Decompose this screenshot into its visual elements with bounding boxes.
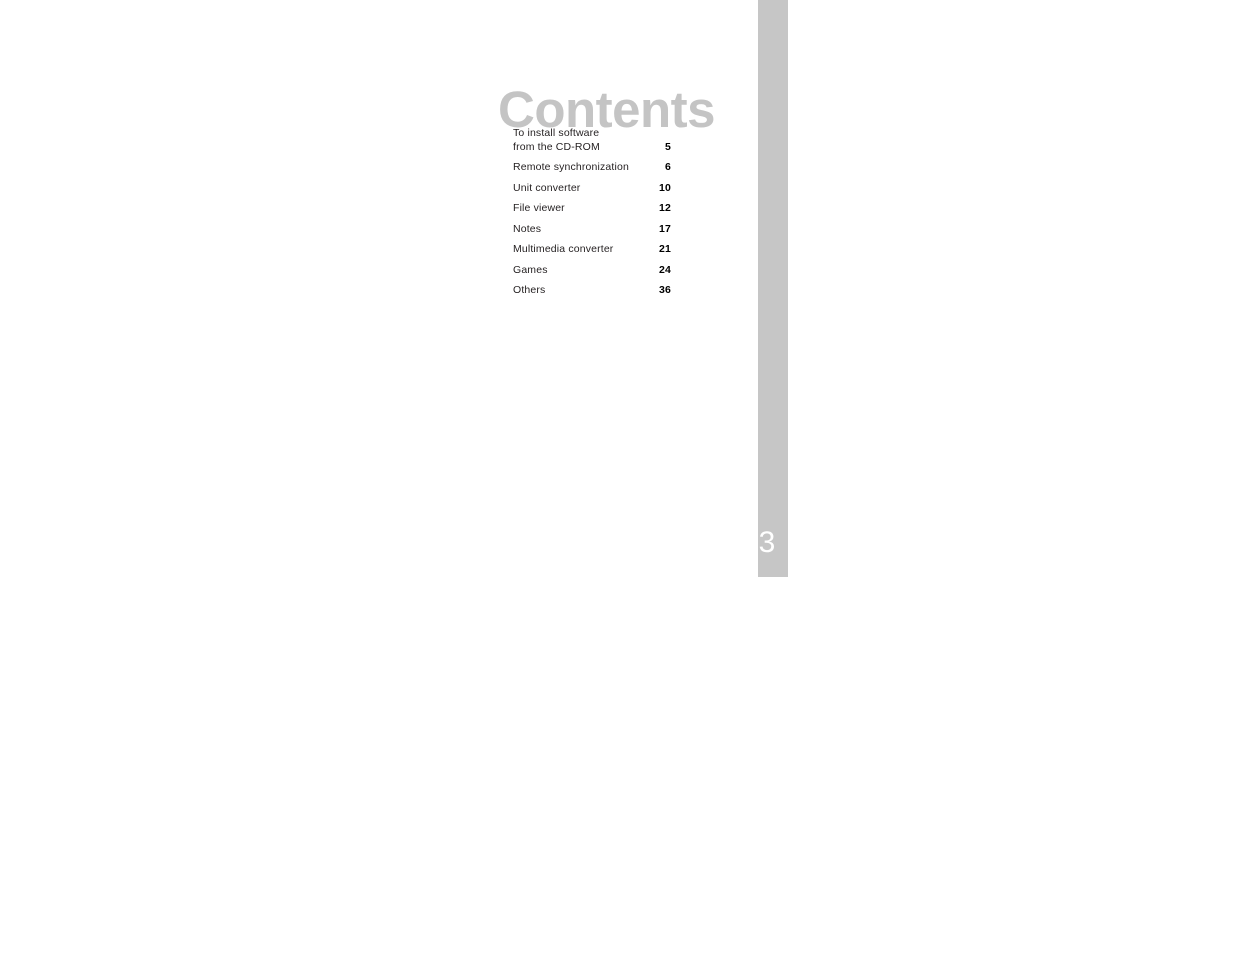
toc-entry-page-number: 5 (665, 140, 671, 153)
toc-entry-page-number: 17 (659, 222, 671, 235)
toc-entry-label: Notes (513, 222, 542, 235)
toc-entry-page-number: 21 (659, 243, 671, 255)
toc-entry[interactable]: File viewer 12 (513, 202, 671, 216)
toc-entry-label: Others (513, 284, 546, 296)
table-of-contents: To install software from the CD-ROM 5 Re… (513, 127, 671, 298)
toc-entry-page-number: 36 (659, 284, 671, 296)
page-number: 3 (758, 526, 776, 559)
toc-entry-page-number: 24 (659, 263, 671, 276)
toc-entry-label: File viewer (513, 202, 565, 214)
page-edge-marker-bar (758, 0, 788, 577)
document-page: Contents To install software from the CD… (0, 0, 1235, 954)
toc-entry[interactable]: Games 24 (513, 264, 671, 278)
toc-entry[interactable]: Notes 17 (513, 223, 671, 237)
toc-entry[interactable]: Unit converter 10 (513, 182, 671, 196)
toc-entry-page-number: 12 (659, 202, 671, 214)
toc-entry-label: Multimedia converter (513, 243, 614, 255)
toc-entry-label: To install software from the CD-ROM (513, 127, 600, 153)
toc-entry[interactable]: Multimedia converter 21 (513, 243, 671, 257)
toc-entry[interactable]: Remote synchronization 6 (513, 161, 671, 175)
toc-entry[interactable]: Others 36 (513, 284, 671, 298)
toc-entry-page-number: 10 (659, 181, 671, 194)
toc-entry-label: Unit converter (513, 181, 581, 194)
toc-entry-label: Remote synchronization (513, 161, 629, 173)
toc-entry-page-number: 6 (665, 161, 671, 173)
toc-entry[interactable]: To install software from the CD-ROM 5 (513, 127, 671, 154)
toc-entry-label: Games (513, 263, 548, 276)
